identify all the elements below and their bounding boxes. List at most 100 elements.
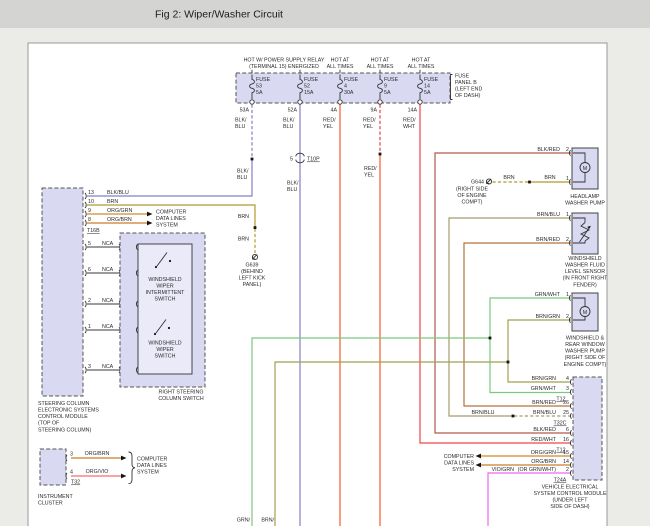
pin-number: 1 (88, 324, 91, 330)
wire-label: ORG/BRN (107, 217, 132, 223)
pin-number: 15 (563, 450, 569, 456)
pin-number: 25 (563, 410, 569, 416)
fuse-pin: 53A (240, 108, 250, 114)
fuse-name: FUSE (344, 77, 359, 83)
pin-number: 2 (566, 147, 569, 153)
wiper-washer-circuit-diagram: Fig 2: Wiper/Washer Circuit HOT W/ POWER… (0, 0, 650, 526)
module-box (573, 377, 602, 480)
diagram-canvas (28, 43, 607, 526)
wire-label: BRN/RED (536, 237, 560, 243)
pin-number: 8 (88, 217, 91, 223)
wire-label: RED/WHT (531, 437, 556, 443)
component-label: RIGHT STEERINGCOLUMN SWITCH (158, 390, 203, 403)
fuse-id: 53 (256, 84, 262, 90)
wire-label: BRN (238, 237, 249, 243)
wire-label: RED/WHT (403, 118, 416, 131)
fuse-pin: 52A (288, 108, 298, 114)
wire-label: BLK/RED (533, 427, 556, 433)
wire-label: BRN/RED (532, 400, 556, 406)
fuse-id: 4 (344, 84, 347, 90)
wire-label: GRN/WHT (531, 386, 557, 392)
pin-number: 3 (88, 364, 91, 370)
fuse-pin: 4A (331, 108, 338, 114)
fuse-id: 14 (424, 84, 430, 90)
fuse-pin: 14A (408, 108, 418, 114)
connector-id: T32 (71, 480, 80, 486)
pin-number: 13 (88, 190, 94, 196)
fuse-amps: 30A (344, 90, 354, 96)
right-steering-column-switch: WINDSHIELDWIPERINTERMITTENTSWITCH WINDSH… (120, 233, 205, 402)
fuse-name: FUSE (424, 77, 439, 83)
fuse-amps: 15A (304, 90, 314, 96)
wire-label: BLK/BLU (107, 190, 129, 196)
pin-number: 9 (88, 208, 91, 214)
pin-number: 5 (88, 241, 91, 247)
pin-number: 3 (566, 386, 569, 392)
connector-pin: 5 (290, 157, 293, 163)
pin-number: 3 (70, 452, 73, 458)
pin-number: 6 (88, 267, 91, 273)
cluster-box (40, 449, 66, 485)
fuse-name: FUSE (384, 77, 399, 83)
wire-label: (OR GRN/WHT) (518, 467, 556, 473)
wire-label: ORG/GRN (107, 208, 132, 214)
fuse-pin: 9A (371, 108, 378, 114)
wire-label: BRN/BLU (533, 410, 556, 416)
wiring-diagram-page: Fig 2: Wiper/Washer Circuit HOT W/ POWER… (0, 0, 650, 526)
wire-label: ORG/BRN (531, 459, 556, 465)
fuse-terminal (418, 100, 422, 104)
fuse-terminal (338, 100, 342, 104)
module-box (42, 188, 83, 396)
wire-label: ORG/BRN (85, 451, 110, 457)
wire-label: ORG/GRN (531, 450, 556, 456)
wire-label: NCA (102, 324, 114, 330)
connector-id: T16B (87, 228, 100, 234)
wire-label: ORG/VIO (86, 469, 109, 475)
fuse-amps: 5A (256, 90, 263, 96)
fuse-amps: 5A (424, 90, 431, 96)
pin-number: 1 (566, 176, 569, 182)
connector-id: T32C (554, 421, 567, 427)
pin-number: 26 (563, 400, 569, 406)
wire-label: NCA (102, 298, 114, 304)
wire-label: BRN/ (261, 518, 274, 524)
component-label: HEADLAMPWASHER PUMP (565, 194, 605, 207)
wire-label: NCA (102, 241, 114, 247)
fuse-id: 9 (384, 84, 387, 90)
pin-number: 2 (566, 314, 569, 320)
wire-label: BLK/BLU (237, 169, 249, 182)
motor-letter: M (583, 166, 587, 172)
pin-number: 16 (563, 437, 569, 443)
pin-number: 1 (566, 292, 569, 298)
fuse-amps: 5A (384, 90, 391, 96)
wire-label: BRN/BLU (472, 410, 495, 416)
pin-number: 4 (70, 470, 73, 476)
wire-label: BLK/BLU (287, 181, 299, 194)
wire-label: NCA (102, 364, 114, 370)
pin-number: 6 (566, 427, 569, 433)
pin-number: 2 (566, 467, 569, 473)
wire-label: BLK/BLU (283, 118, 295, 131)
fuse-terminal (250, 100, 254, 104)
connector-id: T24A (554, 478, 567, 484)
pin-number: 14 (563, 459, 569, 465)
figure-title: Fig 2: Wiper/Washer Circuit (155, 9, 283, 21)
wire-label: GRN/ (237, 518, 251, 524)
wire-label: BRN/GRN (536, 314, 561, 320)
wire-label: BRN (503, 175, 514, 181)
fuse-name: FUSE (256, 77, 271, 83)
fuse-terminal (298, 100, 302, 104)
connector-id: T10P (307, 157, 320, 163)
wire-label: NCA (102, 267, 114, 273)
wire-label: BRN (544, 175, 555, 181)
wire-label: BRN/BLU (537, 212, 560, 218)
motor-letter: M (583, 310, 587, 316)
power-source-label: HOT W/ POWER SUPPLY RELAY(TERMINAL 15) E… (244, 58, 325, 71)
wire-label: VIO/GRN (492, 467, 515, 473)
wire-label: BLK/BLU (235, 118, 247, 131)
wire-label: BRN (107, 199, 118, 205)
wire-label: BLK/RED (537, 147, 560, 153)
wire-label: BRN (238, 214, 249, 220)
fuse-terminal (378, 100, 382, 104)
wire-label: GRN/WHT (535, 292, 561, 298)
